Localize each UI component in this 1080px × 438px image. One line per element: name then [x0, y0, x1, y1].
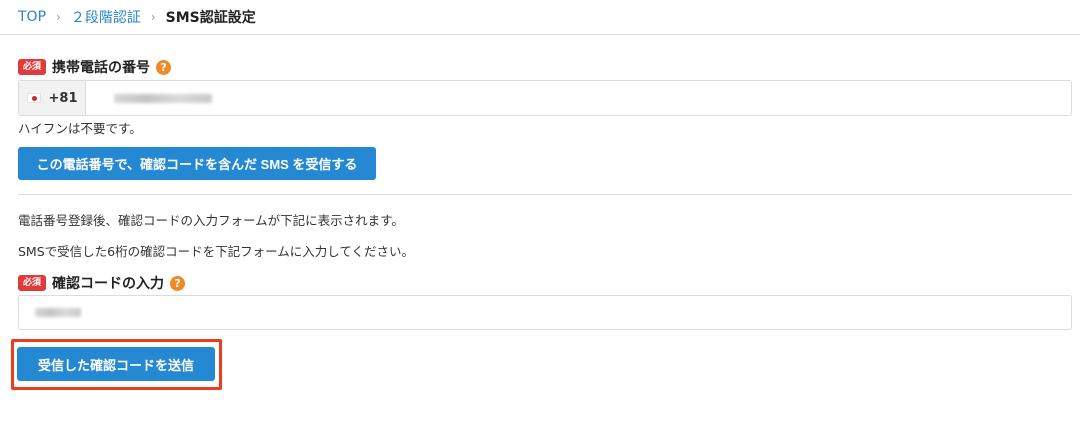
note-line-2: SMSで受信した6桁の確認コードを下記フォームに入力してください。	[18, 244, 414, 259]
phone-number-input[interactable]	[86, 81, 1071, 115]
note-line-1: 電話番号登録後、確認コードの入力フォームが下記に表示されます。	[18, 213, 404, 228]
chevron-right-icon: ›	[56, 10, 61, 24]
phone-input-group: +81	[18, 80, 1072, 116]
help-icon[interactable]: ?	[170, 275, 186, 291]
breadcrumb-2fa-link[interactable]: ２段階認証	[71, 7, 141, 27]
phone-field-label: 必須 携帯電話の番号 ?	[18, 57, 172, 77]
country-code: +81	[48, 90, 78, 106]
breadcrumb: TOP › ２段階認証 › SMS認証設定	[0, 0, 1080, 35]
sms-settings-panel: 必須 携帯電話の番号 ? +81 ハイフンは不要です。 この電話番号で、確認コー…	[0, 35, 1080, 438]
chevron-right-icon: ›	[150, 10, 156, 24]
required-badge: 必須	[18, 275, 47, 291]
masked-phone-number	[114, 93, 212, 103]
breadcrumb-top-link[interactable]: TOP	[18, 9, 46, 25]
phone-label-text: 携帯電話の番号	[52, 60, 151, 76]
masked-code	[35, 308, 81, 317]
section-divider	[18, 194, 1072, 195]
submit-code-button[interactable]: 受信した確認コードを送信	[17, 347, 215, 381]
phone-hint: ハイフンは不要です。	[18, 121, 142, 136]
japan-flag-icon	[26, 93, 41, 103]
code-field-label: 必須 確認コードの入力 ?	[18, 273, 186, 293]
send-sms-button[interactable]: この電話番号で、確認コードを含んだ SMS を受信する	[18, 147, 376, 180]
verification-code-input[interactable]	[18, 295, 1072, 330]
required-badge: 必須	[18, 59, 47, 75]
code-label-text: 確認コードの入力	[52, 276, 165, 292]
help-icon[interactable]: ?	[156, 59, 172, 75]
breadcrumb-current: SMS認証設定	[165, 10, 256, 26]
country-code-selector[interactable]: +81	[19, 81, 86, 115]
